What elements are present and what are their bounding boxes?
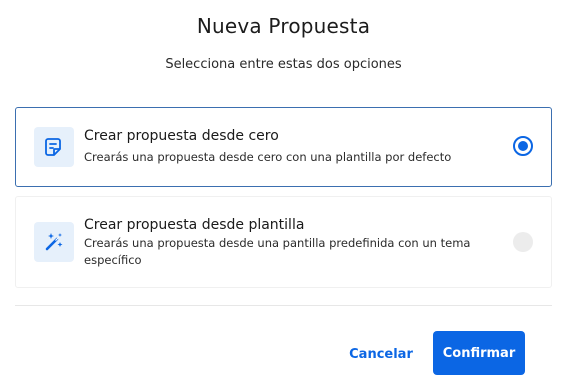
dialog-subtitle: Selecciona entre estas dos opciones (165, 57, 402, 72)
radio-selected[interactable] (513, 136, 533, 156)
option-description: Crearás una propuesta desde una pantilla… (84, 236, 471, 267)
radio-unselected[interactable] (513, 232, 533, 252)
option-title: Crear propuesta desde plantilla (84, 217, 305, 233)
option-from-scratch[interactable]: Crear propuesta desde cero Crearás una p… (15, 107, 552, 187)
confirm-button[interactable]: Confirmar (433, 331, 525, 375)
option-from-template[interactable]: Crear propuesta desde plantilla Crearás … (15, 196, 552, 288)
option-title: Crear propuesta desde cero (84, 128, 279, 144)
dialog-title: Nueva Propuesta (196, 14, 371, 38)
magic-wand-icon (34, 222, 74, 262)
divider (15, 305, 552, 306)
option-description: Crearás una propuesta desde cero con una… (84, 150, 452, 164)
document-edit-icon (34, 127, 74, 167)
cancel-button[interactable]: Cancelar (340, 340, 422, 368)
